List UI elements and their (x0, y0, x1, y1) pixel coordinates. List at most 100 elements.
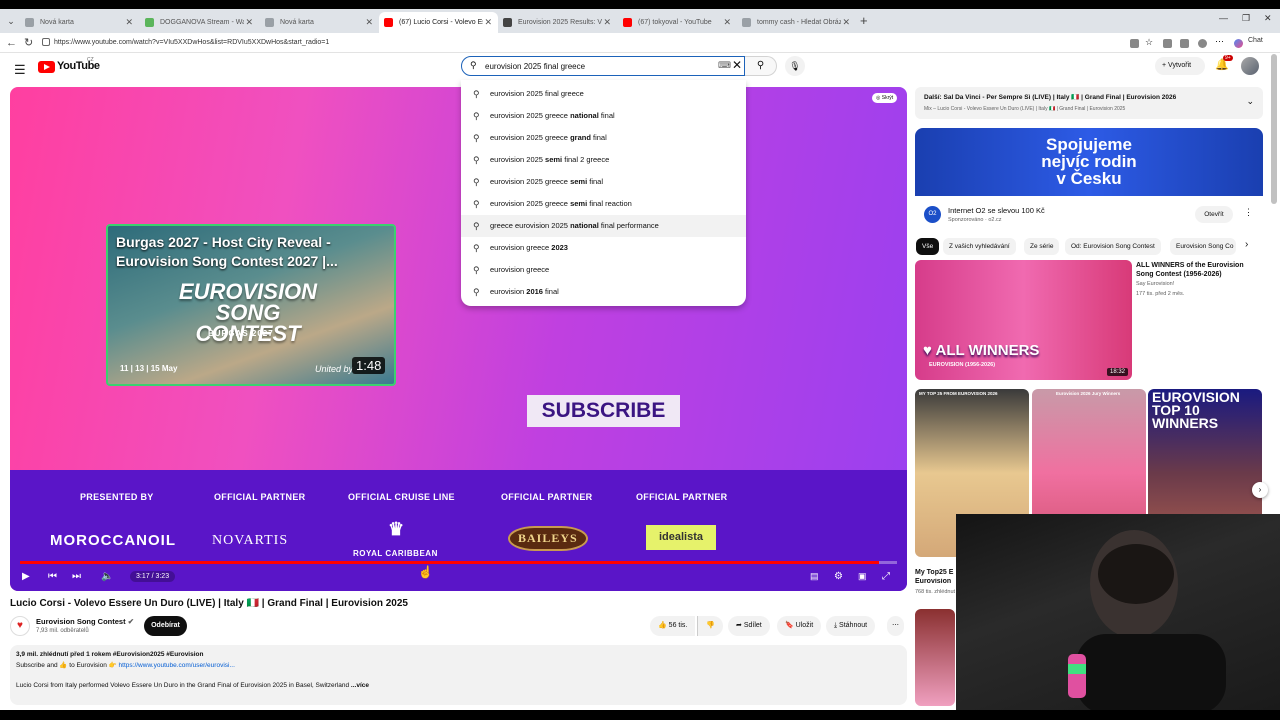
share-button[interactable]: ➦ Sdílet (728, 616, 770, 636)
time-display: 3:17 / 3:23 (130, 571, 176, 582)
endscreen-video-card[interactable]: Burgas 2027 - Host City Reveal - Eurovis… (106, 224, 396, 386)
previous-icon[interactable]: ⏮ (48, 571, 57, 582)
suggestion-item[interactable]: ⚲ eurovision greece 2023 (461, 237, 746, 259)
miniplayer-icon[interactable]: ▣ (858, 571, 867, 582)
suggestion-item[interactable]: ⚲ eurovision 2025 greece semi final react… (461, 193, 746, 215)
tab[interactable]: tommy cash - Hledat Obrázky ✕ (737, 12, 856, 33)
tab[interactable]: Nová karta ✕ (20, 12, 139, 33)
play-icon[interactable]: ▶ (22, 571, 30, 582)
close-icon[interactable]: ✕ (125, 12, 133, 33)
tab[interactable]: DOGGANOVA Stream - Watch Live✕ (140, 12, 259, 33)
close-icon[interactable]: ✕ (245, 12, 253, 33)
chevron-down-icon[interactable]: ⌄ (1246, 96, 1254, 107)
download-button[interactable]: ⤓ Stáhnout (826, 616, 876, 636)
chevron-right-icon[interactable]: › (1252, 482, 1268, 498)
suggestion-item[interactable]: ⚲ eurovision greece (461, 259, 746, 281)
close-icon[interactable]: ✕ (365, 12, 373, 33)
suggestion-item-highlighted[interactable]: ⚲ greece eurovision 2025 national final p… (461, 215, 746, 237)
volume-icon[interactable]: 🔈 (101, 571, 113, 582)
tab[interactable]: Nová karta ✕ (260, 12, 379, 33)
search-button[interactable]: ⚲ (745, 56, 777, 76)
fullscreen-icon[interactable]: ⤢ (882, 571, 890, 582)
search-box[interactable]: ⚲ ⌨ ✕ (461, 56, 745, 76)
search-input[interactable] (485, 60, 695, 73)
menu-icon[interactable]: ☰ (14, 62, 26, 78)
subtitles-icon[interactable]: ▤ (810, 571, 819, 582)
tab[interactable]: Eurovision 2025 Results: Voting & Points… (498, 12, 617, 33)
chat-label[interactable]: Chat (1248, 37, 1263, 44)
chevron-right-icon[interactable]: › (1245, 239, 1248, 250)
avatar[interactable] (1241, 57, 1259, 75)
channel-name[interactable]: Eurovision Song Contest ✔ (36, 617, 134, 626)
progress-bar[interactable] (20, 561, 897, 564)
partner-label: OFFICIAL PARTNER (636, 492, 728, 502)
partner-label: OFFICIAL PARTNER (501, 492, 593, 502)
keyboard-icon[interactable]: ⌨ (718, 60, 731, 71)
ad-banner[interactable]: Spojujeme nejvíc rodin v Česku (915, 128, 1263, 196)
video-title[interactable]: ALL WINNERS of the Eurovision Song Conte… (1136, 261, 1261, 279)
ad-title[interactable]: Internet O2 se slevou 100 Kč (948, 206, 1045, 215)
video-thumbnail[interactable] (915, 609, 955, 706)
chip[interactable]: Z vašich vyhledávání (943, 238, 1016, 255)
url-field[interactable]: https://www.youtube.com/watch?v=VIu5XXDw… (36, 36, 1121, 50)
more-actions-icon[interactable]: ⋯ (887, 616, 904, 636)
short-title[interactable]: Eurovision (915, 578, 955, 585)
chip-all[interactable]: Vše (916, 238, 940, 255)
clear-search-icon[interactable]: ✕ (732, 58, 742, 72)
dislike-button[interactable]: 👎 (697, 616, 723, 636)
back-icon[interactable]: ← (6, 36, 17, 50)
extension-icon[interactable] (1163, 39, 1172, 48)
create-button[interactable]: + Vytvořit (1155, 57, 1205, 75)
suggestion-item[interactable]: ⚲ eurovision 2025 final greece (461, 83, 746, 105)
youtube-favicon-icon (623, 18, 632, 27)
suggestion-item[interactable]: ⚲ eurovision 2016 final (461, 281, 746, 303)
video-player[interactable]: ◎ Skrýt Burgas 2027 - Host City Reveal -… (10, 87, 907, 591)
suggestion-item[interactable]: ⚲ eurovision 2025 greece national final (461, 105, 746, 127)
show-more-link[interactable]: ...více (351, 682, 369, 689)
description-box[interactable]: 3,9 mil. zhlédnutí před 1 rokem #Eurovis… (10, 645, 907, 705)
description-link[interactable]: https://www.youtube.com/user/eurovisi... (119, 662, 235, 669)
voice-search-button[interactable]: 🎙 (785, 56, 805, 76)
next-icon[interactable]: ⏭ (72, 571, 81, 582)
close-icon[interactable]: ✕ (723, 12, 731, 33)
reload-icon[interactable]: ↻ (24, 36, 33, 50)
video-channel[interactable]: Say Eurovision! (1136, 281, 1174, 287)
close-icon[interactable]: ✕ (603, 12, 611, 33)
close-icon[interactable]: ✕ (842, 12, 850, 33)
hide-endcards-button[interactable]: ◎ Skrýt (872, 93, 898, 103)
more-vert-icon[interactable]: ⋮ (1244, 207, 1253, 218)
star-icon[interactable]: ☆ (1145, 37, 1154, 47)
channel-avatar[interactable]: ♥ (10, 616, 30, 636)
like-button[interactable]: 👍 56 tis. (650, 616, 696, 636)
short-title[interactable]: My Top25 E (915, 567, 955, 578)
settings-icon[interactable]: ⚙ (834, 571, 843, 582)
minimize-button[interactable]: — (1219, 13, 1228, 23)
video-thumbnail[interactable]: ♥ ALL WINNERS EUROVISION (1956-2026) 18:… (915, 260, 1132, 380)
youtube-logo-icon[interactable] (38, 61, 55, 73)
suggestion-item[interactable]: ⚲ eurovision 2025 greece grand final (461, 127, 746, 149)
subscribe-endscreen-button[interactable]: SUBSCRIBE (527, 395, 680, 427)
extension-icon[interactable] (1180, 39, 1189, 48)
tab-active[interactable]: (67) Lucio Corsi - Volevo Essere Un Duro… (379, 12, 498, 33)
tab-search-icon[interactable]: ⌄ (4, 14, 18, 28)
profile-icon[interactable] (1198, 39, 1207, 48)
mix-subtitle: Mix – Lucio Corsi - Volevo Essere Un Dur… (924, 106, 1126, 112)
close-icon[interactable]: ✕ (484, 12, 492, 33)
chip[interactable]: Eurovision Song Co (1170, 238, 1236, 255)
chip[interactable]: Ze série (1024, 238, 1060, 255)
menu-dots-icon[interactable]: ⋯ (1215, 36, 1224, 46)
extension-icon[interactable] (1130, 39, 1139, 48)
maximize-button[interactable]: ❐ (1242, 13, 1250, 24)
chat-icon[interactable] (1234, 39, 1243, 48)
new-tab-button[interactable]: + (860, 12, 868, 30)
chip[interactable]: Od: Eurovision Song Contest (1065, 238, 1161, 255)
ad-open-button[interactable]: Otevřít (1195, 206, 1233, 223)
tab[interactable]: (67) tokyoval - YouTube ✕ (618, 12, 737, 33)
suggestion-item[interactable]: ⚲ eurovision 2025 semi final 2 greece (461, 149, 746, 171)
page-scrollbar[interactable] (1271, 54, 1277, 204)
up-next-panel[interactable]: Další: Sal Da Vinci - Per Sempre Sì (LIV… (915, 87, 1263, 119)
window-close-button[interactable]: ✕ (1264, 13, 1272, 24)
suggestion-item[interactable]: ⚲ eurovision 2025 greece semi final (461, 171, 746, 193)
subscribe-button[interactable]: Odebírat (144, 616, 187, 636)
save-button[interactable]: 🔖 Uložit (777, 616, 822, 636)
